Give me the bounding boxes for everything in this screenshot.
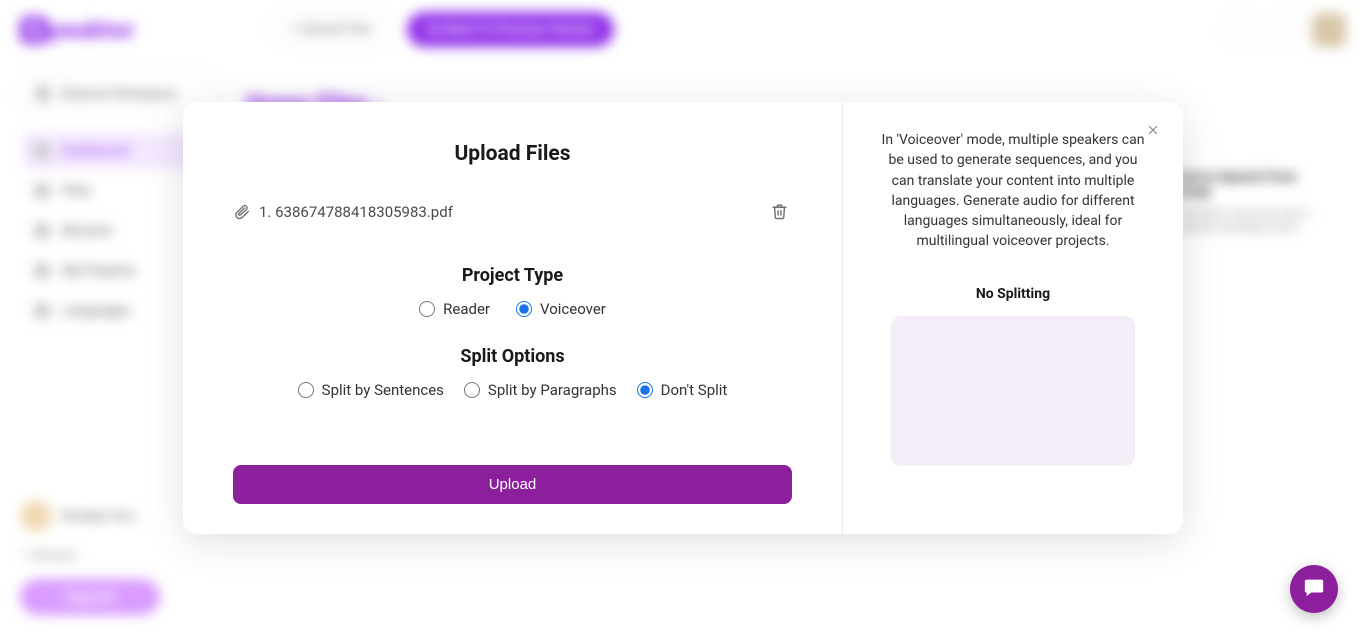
split-paragraphs-radio[interactable] [464, 382, 480, 398]
split-options-group: Split by Sentences Split by Paragraphs D… [233, 381, 792, 399]
project-type-reader-radio[interactable] [419, 301, 435, 317]
no-splitting-label: No Splitting [881, 286, 1145, 302]
file-name: 1. 638674788418305983.pdf [259, 203, 758, 221]
project-type-group: Reader Voiceover [233, 300, 792, 318]
close-button[interactable] [1141, 120, 1165, 144]
split-none-label: Don't Split [661, 381, 728, 399]
split-sentences[interactable]: Split by Sentences [298, 381, 444, 399]
project-type-label: Project Type [233, 265, 792, 286]
split-sentences-radio[interactable] [298, 382, 314, 398]
project-type-voiceover[interactable]: Voiceover [516, 300, 606, 318]
project-type-voiceover-radio[interactable] [516, 301, 532, 317]
modal-title: Upload Files [233, 142, 792, 166]
split-paragraphs[interactable]: Split by Paragraphs [464, 381, 617, 399]
project-type-reader-label: Reader [443, 300, 490, 318]
chat-launcher[interactable] [1290, 565, 1338, 613]
split-none-radio[interactable] [637, 382, 653, 398]
file-row: 1. 638674788418305983.pdf [233, 198, 792, 227]
project-type-reader[interactable]: Reader [419, 300, 490, 318]
modal-right-panel: In 'Voiceover' mode, multiple speakers c… [843, 102, 1183, 534]
delete-file-button[interactable] [766, 198, 792, 227]
split-sentences-label: Split by Sentences [322, 381, 444, 399]
upload-modal: Upload Files 1. 638674788418305983.pdf P… [183, 102, 1183, 534]
split-none[interactable]: Don't Split [637, 381, 728, 399]
modal-left-panel: Upload Files 1. 638674788418305983.pdf P… [183, 102, 843, 534]
chat-icon [1303, 576, 1325, 602]
modal-overlay: Upload Files 1. 638674788418305983.pdf P… [0, 0, 1366, 635]
split-preview [891, 316, 1135, 466]
trash-icon [770, 202, 788, 220]
close-icon [1146, 123, 1160, 142]
voiceover-info: In 'Voiceover' mode, multiple speakers c… [881, 130, 1145, 252]
paperclip-icon [233, 203, 251, 221]
split-paragraphs-label: Split by Paragraphs [488, 381, 617, 399]
split-options-label: Split Options [233, 346, 792, 367]
project-type-voiceover-label: Voiceover [540, 300, 606, 318]
upload-button[interactable]: Upload [233, 465, 792, 504]
